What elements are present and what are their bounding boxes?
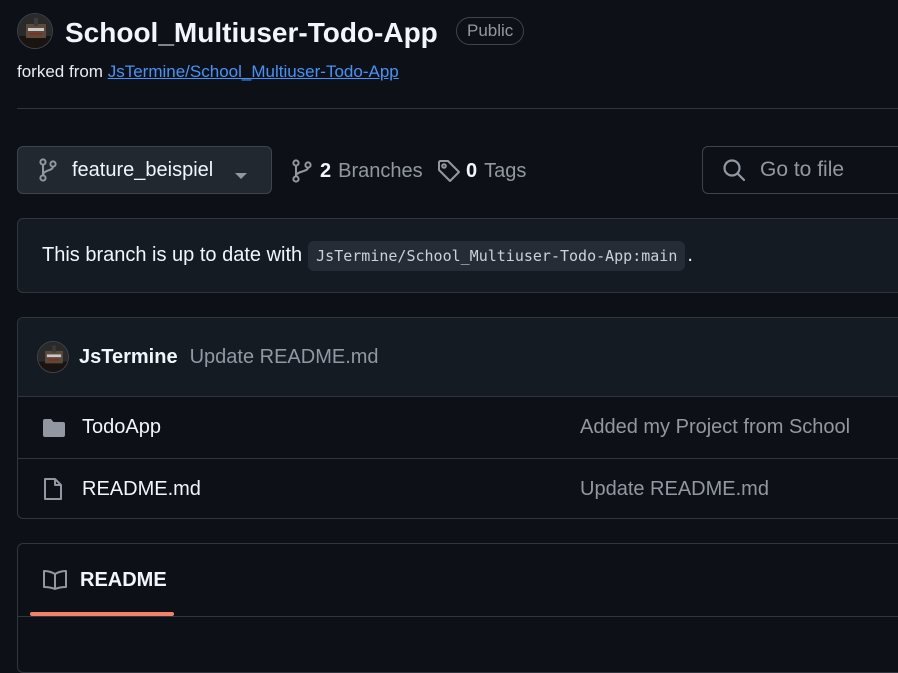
file-name[interactable]: TodoApp xyxy=(82,416,161,439)
status-suffix: . xyxy=(687,244,693,266)
tag-icon xyxy=(437,159,461,183)
go-to-file-search[interactable] xyxy=(702,146,898,194)
go-to-file-input[interactable] xyxy=(758,157,898,183)
readme-divider xyxy=(18,616,898,617)
commit-message[interactable]: Update README.md xyxy=(190,346,379,369)
book-icon xyxy=(42,569,68,591)
file-commit-message[interactable]: Update README.md xyxy=(580,478,769,501)
branch-status-text: This branch is up to date with xyxy=(42,244,303,266)
branch-status-box: This branch is up to date with JsTermine… xyxy=(17,218,898,293)
branches-count: 2 xyxy=(320,159,332,182)
upstream-ref[interactable]: JsTermine/School_Multiuser-Todo-App:main xyxy=(308,240,686,271)
file-listing: JsTermine Update README.md TodoApp Added… xyxy=(17,317,898,519)
forked-source-link[interactable]: JsTermine/School_Multiuser-Todo-App xyxy=(108,62,399,81)
file-commit-message[interactable]: Added my Project from School xyxy=(580,416,850,439)
tags-label: Tags xyxy=(484,159,527,182)
folder-icon xyxy=(42,418,66,438)
branches-link[interactable]: 2 Branches xyxy=(292,158,423,184)
branch-name: feature_beispiel xyxy=(72,158,214,181)
caret-down-icon xyxy=(234,167,248,185)
readme-tab-label: README xyxy=(80,568,167,591)
file-row-readme[interactable]: README.md Update README.md xyxy=(18,458,898,518)
forked-prefix: forked from xyxy=(17,62,103,81)
file-icon xyxy=(42,477,66,501)
tags-count: 0 xyxy=(466,159,478,182)
commit-author-avatar[interactable] xyxy=(37,341,69,373)
readme-panel: README xyxy=(17,543,898,673)
repo-title[interactable]: School_Multiuser-Todo-App xyxy=(65,14,438,52)
git-branch-icon xyxy=(38,158,58,182)
file-row-todoapp[interactable]: TodoApp Added my Project from School xyxy=(18,397,898,458)
branches-label: Branches xyxy=(338,159,423,182)
forked-from: forked from JsTermine/School_Multiuser-T… xyxy=(17,62,399,82)
file-name[interactable]: README.md xyxy=(82,478,201,501)
branch-selector-button[interactable]: feature_beispiel xyxy=(17,146,272,194)
header-divider xyxy=(17,108,898,109)
search-icon xyxy=(722,158,746,182)
owner-avatar[interactable] xyxy=(17,13,53,49)
tab-readme[interactable]: README xyxy=(30,544,174,616)
git-branch-icon xyxy=(292,159,312,183)
visibility-badge: Public xyxy=(456,17,525,45)
commit-author[interactable]: JsTermine xyxy=(79,346,178,369)
latest-commit-row: JsTermine Update README.md xyxy=(18,318,898,397)
tags-link[interactable]: 0 Tags xyxy=(437,158,526,184)
